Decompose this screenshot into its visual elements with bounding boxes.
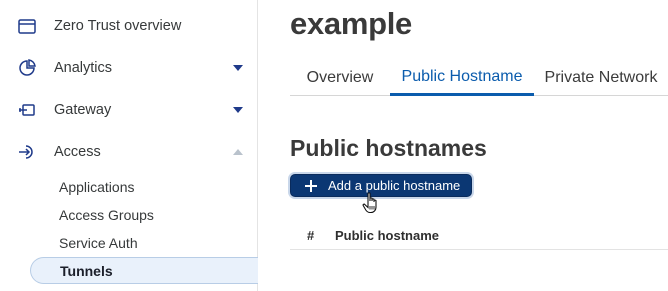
page-title: example: [290, 6, 412, 41]
tab-overview[interactable]: Overview: [290, 60, 390, 96]
gateway-icon: [17, 100, 37, 120]
tab-private-network[interactable]: Private Network: [534, 60, 668, 96]
sidebar-subitem-tunnels[interactable]: Tunnels: [30, 257, 258, 284]
pie-chart-icon: [17, 58, 37, 78]
plus-icon: [305, 180, 317, 192]
chevron-down-icon[interactable]: [233, 65, 243, 71]
sidebar-item-label: Analytics: [54, 60, 113, 76]
tab-bar: Overview Public Hostname Private Network: [290, 60, 668, 96]
column-header-public-hostname[interactable]: Public hostname: [335, 228, 439, 243]
sidebar-subitem-label: Service Auth: [59, 234, 138, 251]
sidebar-subitem-applications[interactable]: Applications: [30, 173, 258, 200]
sidebar-item-analytics[interactable]: Analytics: [0, 52, 258, 84]
sidebar-subitem-label: Applications: [59, 178, 135, 195]
sidebar-item-access[interactable]: Access: [0, 136, 258, 168]
access-icon: [17, 142, 37, 162]
sidebar-item-label: Zero Trust overview: [54, 18, 182, 34]
section-title: Public hostnames: [290, 135, 487, 161]
window-icon: [17, 16, 37, 36]
sidebar-subitem-service-auth[interactable]: Service Auth: [30, 229, 258, 256]
chevron-up-icon[interactable]: [233, 149, 243, 155]
sidebar-item-zero-trust-overview[interactable]: Zero Trust overview: [0, 10, 258, 42]
hand-pointer-cursor-icon: [362, 192, 382, 214]
table-header: # Public hostname: [290, 222, 668, 250]
chevron-down-icon[interactable]: [233, 107, 243, 113]
sidebar: Zero Trust overview Analytics Gateway Ac…: [0, 0, 258, 291]
sidebar-item-label: Access: [54, 144, 101, 160]
sidebar-subitem-label: Access Groups: [59, 206, 154, 223]
add-button-label: Add a public hostname: [328, 178, 461, 193]
sidebar-subitem-label: Tunnels: [60, 262, 113, 279]
tab-public-hostname[interactable]: Public Hostname: [390, 60, 534, 96]
sidebar-item-label: Gateway: [54, 102, 112, 118]
sidebar-item-gateway[interactable]: Gateway: [0, 94, 258, 126]
sidebar-subitem-access-groups[interactable]: Access Groups: [30, 201, 258, 228]
column-header-index: #: [307, 228, 315, 243]
